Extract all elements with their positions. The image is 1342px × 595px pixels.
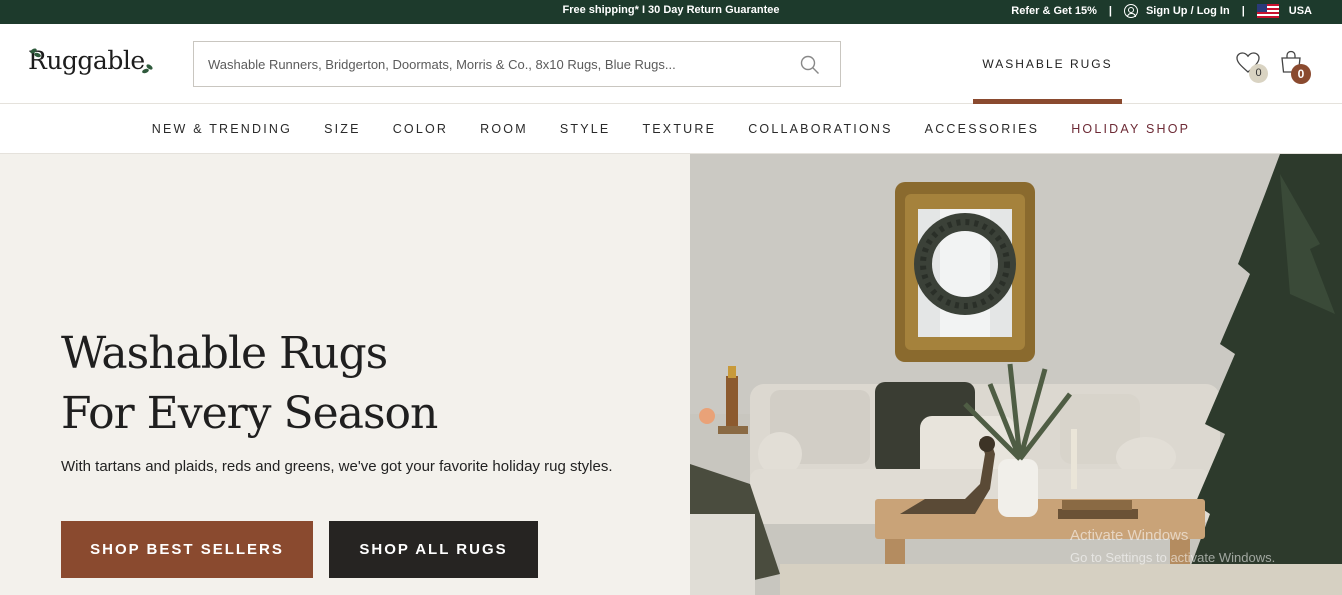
wishlist-count-badge: 0 [1249,64,1268,83]
divider: | [1108,5,1112,17]
nav-item-room[interactable]: ROOM [480,122,528,136]
washable-rugs-label: WASHABLE RUGS [982,57,1113,71]
signup-login-label: Sign Up / Log In [1145,5,1230,17]
nav-item-style[interactable]: STYLE [560,122,611,136]
watermark-line2: Go to Settings to activate Windows. [1070,550,1276,565]
nav-item-texture[interactable]: TEXTURE [642,122,716,136]
promo-bar: Free shipping* I 30 Day Return Guarantee… [0,0,1342,24]
topbar-links: Refer & Get 15% | Sign Up / Log In | USA [1011,3,1312,19]
country-selector[interactable]: USA [1256,4,1312,18]
hero-title: Washable Rugs For Every Season [61,324,438,444]
nav-item-holiday-shop[interactable]: HOLIDAY SHOP [1071,122,1190,136]
nav-item-new-trending[interactable]: NEW & TRENDING [152,122,292,136]
nav-item-accessories[interactable]: ACCESSORIES [925,122,1040,136]
hero-subtitle: With tartans and plaids, reds and greens… [61,458,613,475]
hero-text-panel: Washable Rugs For Every Season With tart… [0,154,690,595]
refer-link[interactable]: Refer & Get 15% [1011,5,1097,17]
nav-item-size[interactable]: SIZE [324,122,361,136]
search-icon[interactable] [800,55,820,75]
hero-title-line2: For Every Season [61,388,438,439]
main-nav: NEW & TRENDING SIZE COLOR ROOM STYLE TEX… [0,104,1342,154]
search-bar [193,41,841,87]
search-input[interactable] [208,42,788,86]
user-icon [1123,4,1138,18]
shop-best-sellers-button[interactable]: SHOP BEST SELLERS [61,521,313,578]
wishlist-button[interactable]: 0 [1236,52,1270,83]
washable-rugs-tab[interactable]: WASHABLE RUGS [973,24,1122,104]
cart-count-badge: 0 [1291,64,1311,84]
divider: | [1241,5,1245,17]
us-flag-icon [1256,4,1279,18]
signup-login-link[interactable]: Sign Up / Log In [1123,4,1230,18]
nav-item-color[interactable]: COLOR [393,122,448,136]
shop-all-rugs-button[interactable]: SHOP ALL RUGS [329,521,538,578]
nav-item-collaborations[interactable]: COLLABORATIONS [748,122,892,136]
activation-watermark: Activate Windows Go to Settings to activ… [1070,525,1275,569]
cart-button[interactable]: 0 [1279,50,1313,84]
country-label: USA [1288,5,1312,17]
watermark-line1: Activate Windows [1070,527,1189,544]
site-header: Ruggable WASHABLE RUGS 0 0 [0,24,1342,104]
hero-title-line1: Washable Rugs [61,328,388,379]
logo[interactable]: Ruggable [28,46,154,75]
logo-text: Ruggable [28,46,145,75]
